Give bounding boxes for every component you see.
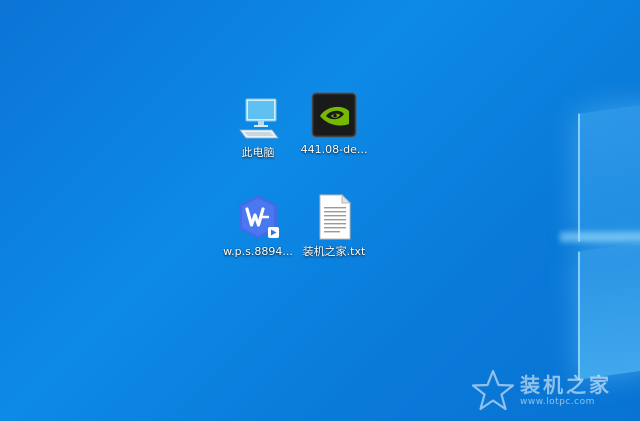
watermark-url: www.lotpc.com — [520, 397, 595, 407]
desktop-icon-label: 441.08-de... — [300, 143, 368, 156]
wallpaper-logo-pane-bottom — [578, 240, 640, 380]
desktop-icon-label: w.p.s.8894... — [223, 245, 293, 258]
star-logo-icon — [471, 369, 515, 411]
desktop-icon-text-file[interactable]: 装机之家.txt — [294, 193, 374, 265]
watermark: 装机之家 www.lotpc.com — [470, 366, 638, 416]
desktop-icon-this-pc[interactable]: 此电脑 — [218, 94, 298, 166]
this-pc-icon — [234, 94, 282, 142]
wallpaper-logo-pane-top — [578, 102, 640, 242]
nvidia-installer-icon — [310, 91, 358, 139]
desktop-icon-nvidia-driver[interactable]: 441.08-de... — [294, 91, 374, 163]
wallpaper-light-beam — [560, 232, 640, 242]
watermark-name: 装机之家 — [520, 373, 612, 397]
desktop[interactable]: 此电脑 441.08-de... w.p.s.8894... 装机之家.txt … — [0, 0, 640, 421]
desktop-icon-wps-installer[interactable]: w.p.s.8894... — [218, 193, 298, 265]
text-file-icon — [310, 193, 358, 241]
wps-installer-icon — [234, 193, 282, 241]
desktop-icon-label: 装机之家.txt — [302, 245, 366, 258]
desktop-icon-label: 此电脑 — [241, 146, 275, 159]
